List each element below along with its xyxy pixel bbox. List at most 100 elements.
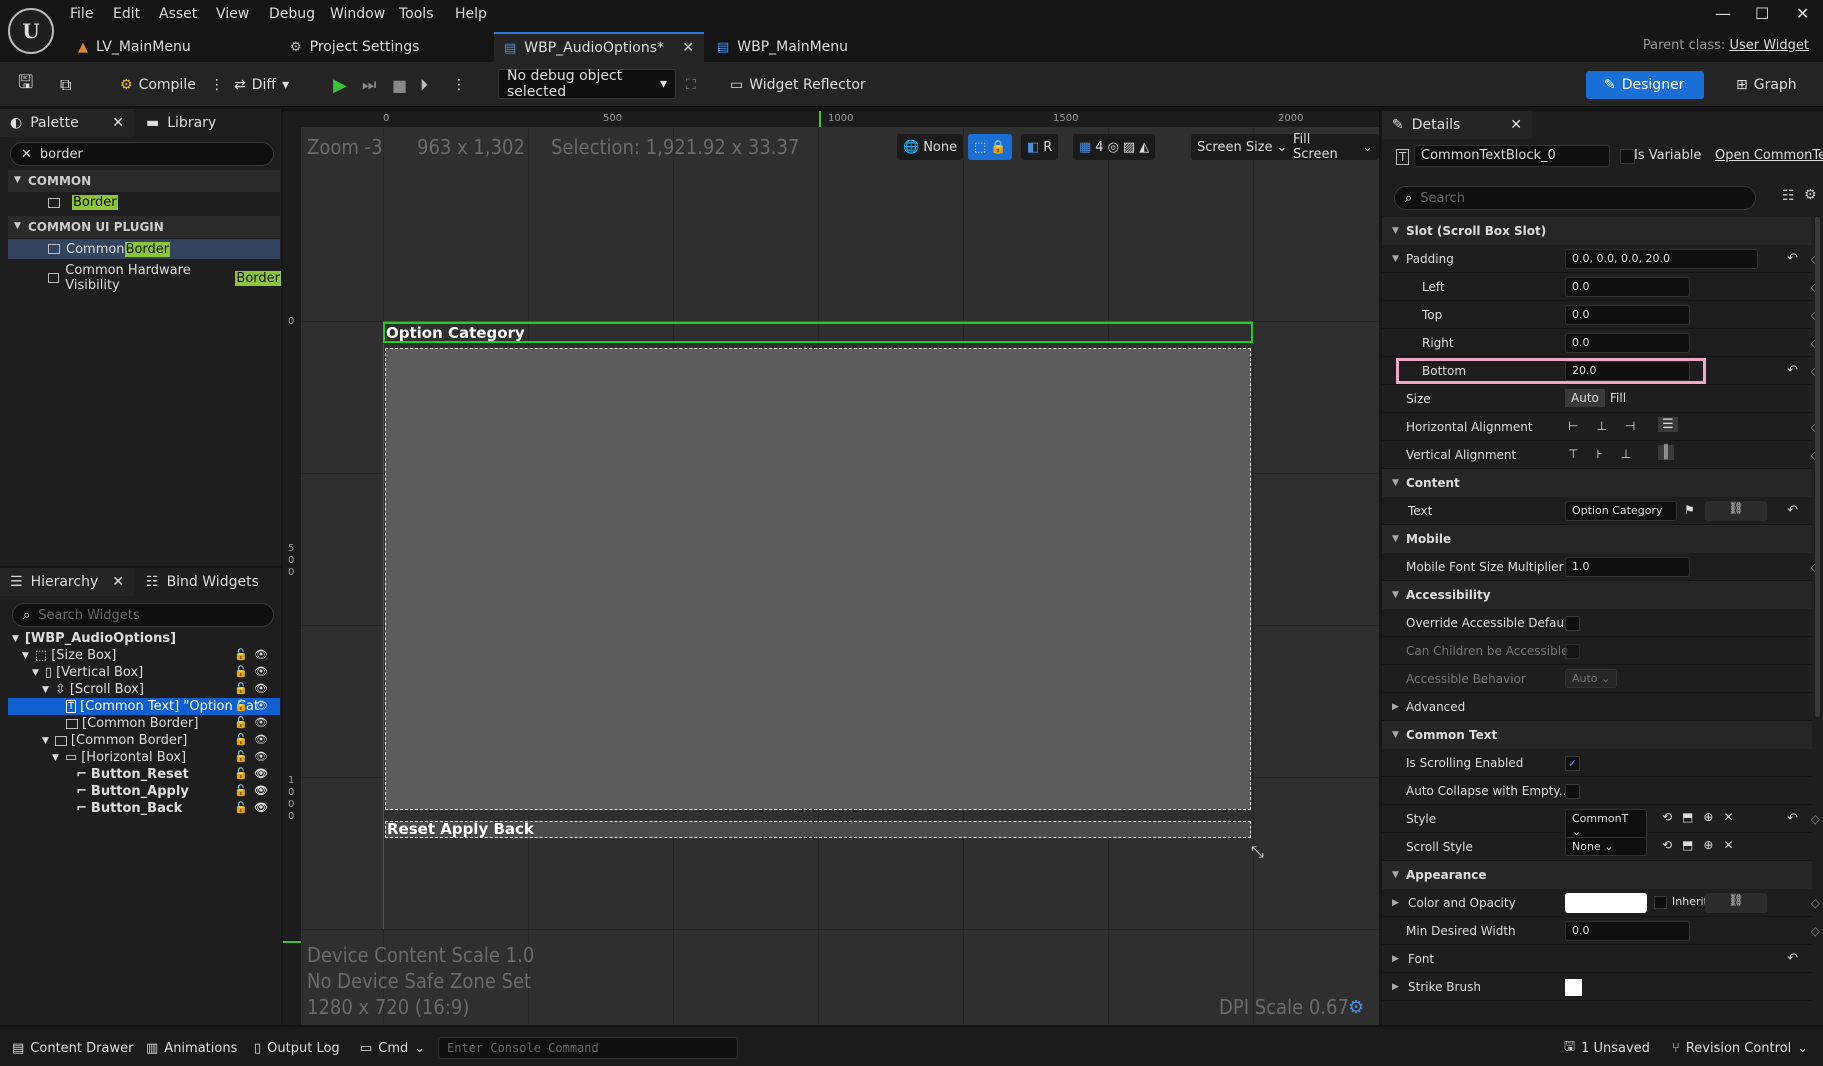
compile-options-icon[interactable]: ⋮ xyxy=(210,77,224,93)
strike-brush-row[interactable]: ▶ Strike Brush xyxy=(1382,973,1812,1001)
palette-item-border[interactable]: Border xyxy=(48,195,118,210)
debug-filter-icon[interactable]: ⛶ xyxy=(686,72,696,98)
tab-wbp-mainmenu[interactable]: ▤ WBP_MainMenu xyxy=(707,32,858,62)
reset-icon[interactable]: ↶ xyxy=(1787,811,1798,826)
tab-palette[interactable]: ◐ Palette ✕ xyxy=(0,109,134,137)
tab-lv-mainmenu[interactable]: ▲ LV_MainMenu xyxy=(68,32,201,62)
details-scrollbar[interactable] xyxy=(1815,217,1820,717)
common-border-preview[interactable] xyxy=(385,348,1251,810)
browse-icon[interactable]: ⧉ xyxy=(60,72,71,98)
lock-eye-icons[interactable]: 🔓👁 xyxy=(234,750,274,763)
animations-button[interactable]: ▥ Animations xyxy=(146,1037,237,1059)
strike-brush-swatch[interactable] xyxy=(1565,979,1582,996)
cmd-dropdown[interactable]: ▭ Cmd ⌄ xyxy=(360,1037,425,1059)
v-align-buttons[interactable]: ⊤⊦⊥ xyxy=(1568,447,1649,461)
override-accessible-checkbox[interactable] xyxy=(1565,616,1580,631)
console-input[interactable]: Enter Console Command xyxy=(438,1037,738,1059)
lock-eye-icons[interactable]: 🔓👁 xyxy=(234,801,274,814)
close-icon[interactable]: ✕ xyxy=(112,115,124,131)
h-align-fill-icon[interactable]: ☰ xyxy=(1658,417,1678,432)
hierarchy-row-size-box[interactable]: ▼ ⬚ [Size Box] 🔓👁 xyxy=(8,647,280,664)
hierarchy-row-button-back[interactable]: ⌐ Button_Back 🔓👁 xyxy=(8,800,280,817)
lock-toggle[interactable]: ⬚ 🔒 xyxy=(968,134,1013,160)
font-row[interactable]: ▶ Font ↶ xyxy=(1382,945,1812,973)
scrolling-enabled-checkbox[interactable]: ✓ xyxy=(1565,756,1580,771)
horizontal-box-preview[interactable]: Reset Apply Back xyxy=(385,820,1251,838)
menu-tools[interactable]: Tools xyxy=(399,6,434,22)
size-auto-button[interactable]: Auto xyxy=(1565,389,1605,407)
padding-field[interactable]: 0.0, 0.0, 0.0, 20.0 xyxy=(1565,249,1758,269)
output-log-button[interactable]: ▯ Output Log xyxy=(254,1037,340,1059)
screen-size-dropdown[interactable]: Screen Size ⌄ xyxy=(1191,134,1294,160)
top-field[interactable]: 0.0 xyxy=(1565,305,1690,325)
simulate-icon[interactable]: ⏵ xyxy=(420,72,428,98)
close-tab-icon[interactable]: ✕ xyxy=(682,40,694,56)
menu-asset[interactable]: Asset xyxy=(159,6,197,22)
lock-eye-icons[interactable]: 🔓👁 xyxy=(234,784,274,797)
mobile-font-field[interactable]: 1.0 xyxy=(1565,557,1690,577)
section-accessibility[interactable]: ▼ Accessibility xyxy=(1382,581,1812,609)
reset-icon[interactable]: ↶ xyxy=(1787,363,1798,378)
menu-debug[interactable]: Debug xyxy=(269,6,315,22)
min-width-field[interactable]: 0.0 xyxy=(1565,921,1690,941)
hierarchy-row-button-apply[interactable]: ⌐ Button_Apply 🔓👁 xyxy=(8,783,280,800)
palette-item-common-border[interactable]: Common Border xyxy=(8,239,280,259)
compile-button[interactable]: ⚙ Compile ⋮ xyxy=(120,72,224,98)
palette-section-common[interactable]: ▼ COMMON xyxy=(8,170,280,192)
size-fill-button[interactable]: Fill xyxy=(1604,389,1632,407)
menu-edit[interactable]: Edit xyxy=(113,6,140,22)
details-search-input[interactable]: ⌕ Search xyxy=(1394,186,1756,210)
close-icon[interactable]: ✕ xyxy=(1510,117,1522,133)
grid-snap-button[interactable]: ▦ 4 ◎ ▨ ◭ xyxy=(1073,134,1156,160)
close-window-icon[interactable]: ✕ xyxy=(1796,4,1809,23)
widget-reflector-button[interactable]: ▭ Widget Reflector xyxy=(730,72,866,98)
menu-view[interactable]: View xyxy=(216,6,249,22)
reset-icon[interactable]: ↶ xyxy=(1787,951,1798,966)
minimize-icon[interactable]: — xyxy=(1715,4,1731,23)
respect-locks-toggle[interactable]: ◧ R xyxy=(1021,134,1059,160)
right-field[interactable]: 0.0 xyxy=(1565,333,1690,353)
menu-file[interactable]: File xyxy=(70,6,93,22)
inherit-checkbox[interactable] xyxy=(1654,896,1667,909)
hierarchy-search-input[interactable]: ⌕ Search Widgets xyxy=(12,603,274,627)
hierarchy-row-scroll-box[interactable]: ▼ ⇳ [Scroll Box] 🔓👁 xyxy=(8,681,280,698)
unsaved-button[interactable]: 🖫 1 Unsaved xyxy=(1564,1037,1650,1059)
table-view-icon[interactable]: ☷ xyxy=(1782,188,1795,204)
menu-help[interactable]: Help xyxy=(455,6,487,22)
parent-class-link[interactable]: User Widget xyxy=(1729,38,1809,53)
bind-link-icon[interactable]: ⛓ xyxy=(1705,893,1767,913)
close-icon[interactable]: ✕ xyxy=(112,574,124,590)
collapse-icon[interactable]: ▼ xyxy=(1392,254,1399,264)
left-field[interactable]: 0.0 xyxy=(1565,277,1690,297)
advanced-row[interactable]: ▶ Advanced xyxy=(1382,693,1812,721)
palette-section-common-ui-plugin[interactable]: ▼ COMMON UI PLUGIN xyxy=(8,216,280,238)
scroll-style-asset-icons[interactable]: ⟲⬒⊕✕ xyxy=(1662,838,1744,852)
tab-details[interactable]: ✎ Details ✕ xyxy=(1382,111,1532,139)
color-swatch[interactable] xyxy=(1565,893,1647,913)
hierarchy-row-horizontal-box[interactable]: ▼ ▭ [Horizontal Box] 🔓👁 xyxy=(8,749,280,766)
tab-wbp-audiooptions[interactable]: ▤ WBP_AudioOptions* ✕ xyxy=(494,32,704,62)
is-variable-checkbox[interactable] xyxy=(1620,149,1635,164)
clear-search-icon[interactable]: ✕ xyxy=(21,147,32,162)
lock-eye-icons[interactable]: 🔓👁 xyxy=(234,665,274,678)
lock-eye-icons[interactable]: 🔓👁 xyxy=(234,682,274,695)
step-icon[interactable]: ⏭ xyxy=(362,72,376,98)
palette-item-common-hardware-visibility-border[interactable]: Common Hardware Visibility Border xyxy=(48,263,281,293)
lock-eye-icons[interactable]: 🔓👁 xyxy=(234,733,274,746)
lock-eye-icons[interactable]: 🔓👁 xyxy=(234,716,274,729)
keyframe-icon[interactable]: ◇ xyxy=(1811,812,1820,826)
debug-object-select[interactable]: No debug object selected ▾ xyxy=(498,68,676,100)
flag-icon[interactable]: ⚑ xyxy=(1684,503,1695,517)
hierarchy-row-button-reset[interactable]: ⌐ Button_Reset 🔓👁 xyxy=(8,766,280,783)
section-slot[interactable]: ▼ Slot (Scroll Box Slot) xyxy=(1382,217,1812,245)
gear-icon[interactable]: ⚙ xyxy=(1804,187,1817,203)
selected-common-text[interactable]: Option Category xyxy=(383,322,1253,343)
lock-eye-icons[interactable]: 🔓👁 xyxy=(234,648,274,661)
hierarchy-row-common-border-2[interactable]: ▼ [Common Border] 🔓👁 xyxy=(8,732,280,749)
hierarchy-row-vertical-box[interactable]: ▼ ▯ [Vertical Box] 🔓👁 xyxy=(8,664,280,681)
play-icon[interactable]: ▶ xyxy=(333,72,347,98)
section-mobile[interactable]: ▼ Mobile xyxy=(1382,525,1812,553)
tab-project-settings[interactable]: ⚙ Project Settings xyxy=(280,32,429,62)
designer-viewport[interactable]: 0 500 1000 1500 2000 0 5 0 0 1 0 0 0 Zoo… xyxy=(283,111,1379,1025)
reset-icon[interactable]: ↶ xyxy=(1787,251,1798,266)
